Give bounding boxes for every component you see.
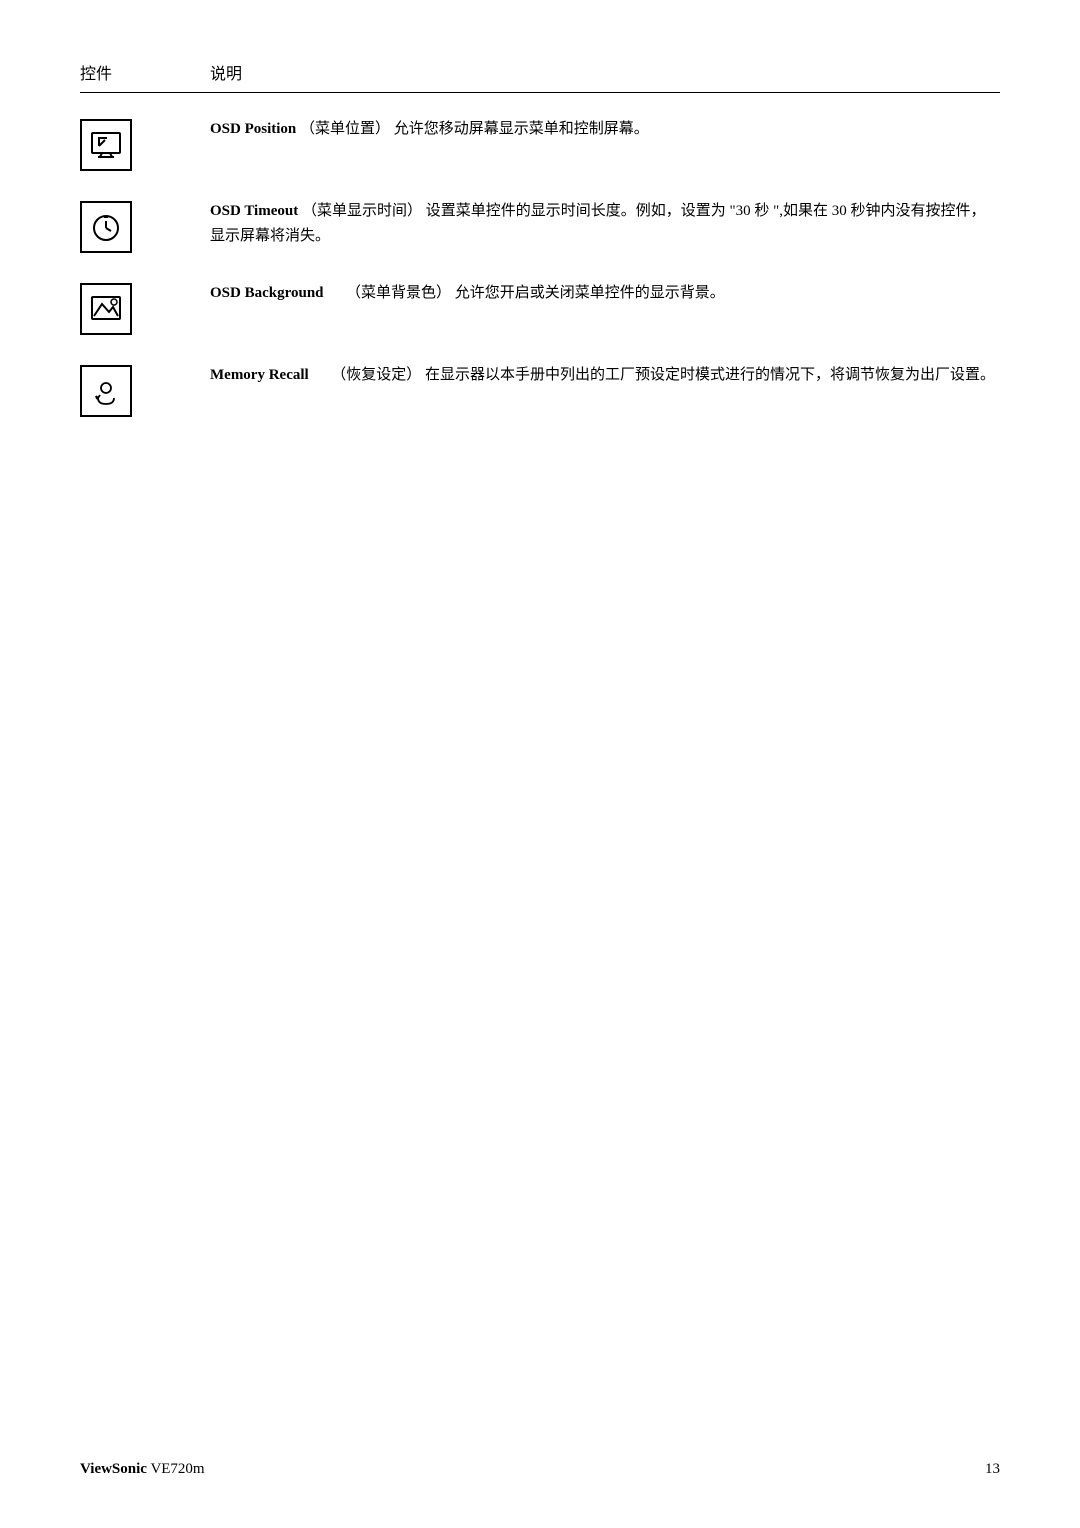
- footer-brand: ViewSonic VE720m: [80, 1461, 205, 1478]
- page-container: 控件 说明 OSD Position （菜单位置） 允许您移动屏幕: [0, 0, 1080, 1528]
- model-text: VE720m: [150, 1461, 204, 1477]
- osd-position-icon: [80, 119, 132, 171]
- header-control: 控件: [80, 60, 210, 84]
- desc-osd-background: OSD Background （菜单背景色） 允许您开启或关闭菜单控件的显示背景…: [210, 281, 1000, 306]
- icon-cell-memory-recall: [80, 363, 210, 417]
- icon-cell-osd-timeout: [80, 199, 210, 253]
- chinese-term-osd-timeout: （菜单显示时间）: [302, 203, 422, 219]
- osd-timeout-icon: [80, 201, 132, 253]
- description-osd-position: 允许您移动屏幕显示菜单和控制屏幕。: [394, 121, 649, 137]
- footer: ViewSonic VE720m 13: [80, 1461, 1000, 1478]
- row-osd-position: OSD Position （菜单位置） 允许您移动屏幕显示菜单和控制屏幕。: [80, 117, 1000, 171]
- row-osd-background: OSD Background （菜单背景色） 允许您开启或关闭菜单控件的显示背景…: [80, 281, 1000, 335]
- desc-osd-timeout: OSD Timeout （菜单显示时间） 设置菜单控件的显示时间长度。例如，设置…: [210, 199, 1000, 249]
- description-memory-recall: 在显示器以本手册中列出的工厂预设定时模式进行的情况下，将调节恢复为出厂设置。: [425, 367, 995, 383]
- row-memory-recall: Memory Recall （恢复设定） 在显示器以本手册中列出的工厂预设定时模…: [80, 363, 1000, 417]
- desc-osd-position: OSD Position （菜单位置） 允许您移动屏幕显示菜单和控制屏幕。: [210, 117, 1000, 142]
- osd-background-icon: [80, 283, 132, 335]
- icon-cell-osd-background: [80, 281, 210, 335]
- chinese-term-osd-background: （菜单背景色）: [346, 285, 451, 301]
- chinese-term-osd-position: （菜单位置）: [300, 121, 390, 137]
- header-desc: 说明: [210, 60, 1000, 84]
- table-header: 控件 说明: [80, 60, 1000, 93]
- row-osd-timeout: OSD Timeout （菜单显示时间） 设置菜单控件的显示时间长度。例如，设置…: [80, 199, 1000, 253]
- term-osd-timeout: OSD Timeout: [210, 203, 298, 219]
- term-memory-recall: Memory Recall: [210, 367, 309, 383]
- icon-cell-osd-position: [80, 117, 210, 171]
- memory-recall-icon: [80, 365, 132, 417]
- description-osd-background: 允许您开启或关闭菜单控件的显示背景。: [455, 285, 725, 301]
- brand-name: ViewSonic: [80, 1461, 147, 1477]
- term-osd-position: OSD Position: [210, 121, 296, 137]
- footer-page-number: 13: [985, 1461, 1000, 1478]
- term-osd-background: OSD Background: [210, 285, 324, 301]
- chinese-term-memory-recall: （恢复设定）: [331, 367, 421, 383]
- desc-memory-recall: Memory Recall （恢复设定） 在显示器以本手册中列出的工厂预设定时模…: [210, 363, 1000, 388]
